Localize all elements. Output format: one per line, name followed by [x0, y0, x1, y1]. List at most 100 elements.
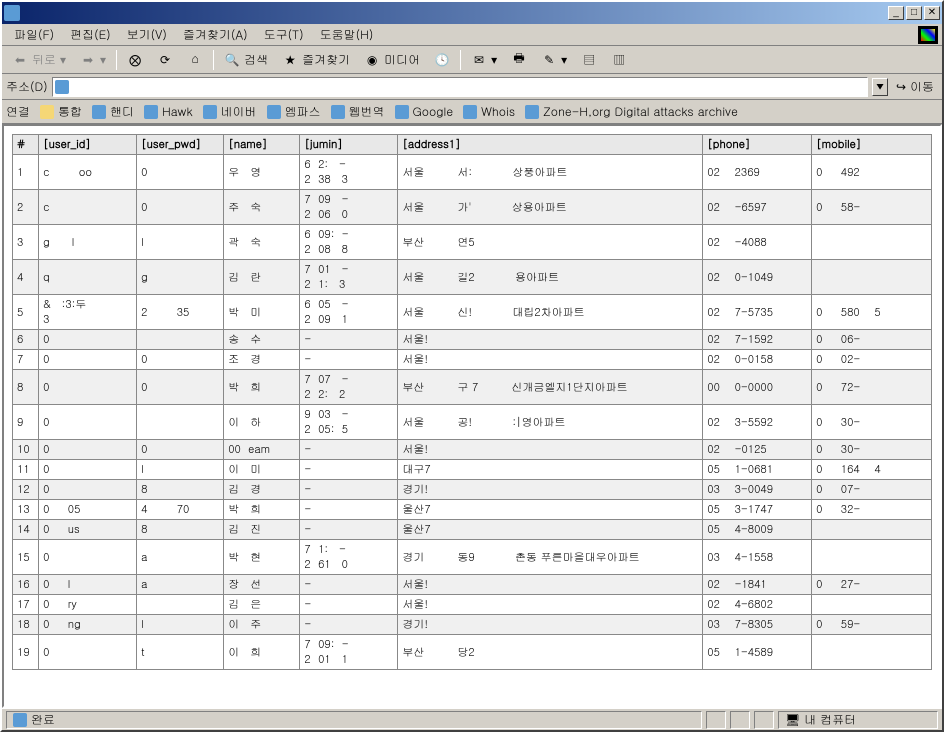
close-button[interactable]: ✕ [924, 6, 940, 20]
cell: l [137, 615, 224, 635]
refresh-button[interactable]: ⟳ [151, 50, 179, 70]
forward-button[interactable]: ➡ ▾ [74, 49, 112, 70]
cell: 0 ng [39, 615, 137, 635]
cell: 7 [13, 350, 39, 370]
table-row: 110l이 미-대구705 1-06810 164 4 [13, 460, 932, 480]
cell: 7 01 - 2 1: 3 [300, 260, 398, 295]
cell: 0 [39, 460, 137, 480]
cell: 03 4-1558 [703, 540, 812, 575]
extra-button[interactable]: ▥ [605, 50, 633, 70]
content-area[interactable]: # [user_id] [user_pwd] [name] [jumin] [a… [2, 124, 942, 708]
discuss-button[interactable]: ▤ [575, 50, 603, 70]
search-button[interactable]: 🔍검색 [218, 49, 274, 70]
go-button[interactable]: ↪ 이동 [892, 78, 938, 95]
cell: g l [39, 225, 137, 260]
forward-icon: ➡ [80, 52, 96, 68]
stop-button[interactable]: ⨂ [121, 50, 149, 70]
link-item[interactable]: Whois [463, 103, 515, 120]
home-icon: ⌂ [187, 52, 203, 68]
menu-tools[interactable]: 도구(T) [256, 24, 312, 45]
favorites-button[interactable]: ★즐겨찾기 [276, 49, 356, 70]
address-input[interactable] [52, 77, 868, 97]
ie-icon [92, 105, 106, 119]
app-icon [4, 5, 20, 21]
link-item[interactable]: Google [395, 103, 454, 120]
menu-favorites[interactable]: 즐겨찾기(A) [175, 24, 256, 45]
cell: 16 [13, 575, 39, 595]
favorites-icon: ★ [282, 52, 298, 68]
address-dropdown[interactable]: ▼ [872, 78, 888, 96]
link-item[interactable]: 웹번역 [331, 103, 385, 120]
titlebar: _ □ ✕ [2, 2, 942, 24]
toolbar: ⬅ 뒤로 ▾ ➡ ▾ ⨂ ⟳ ⌂ 🔍검색 ★즐겨찾기 ◉미디어 🕓 ✉▾ 🖶 ✎… [2, 46, 942, 74]
cell: 0 [39, 480, 137, 500]
cell: l [137, 460, 224, 480]
cell: - [300, 480, 398, 500]
ie-icon [203, 105, 217, 119]
cell: 울산7 [398, 500, 703, 520]
ie-icon [267, 105, 281, 119]
cell: 0 [39, 440, 137, 460]
home-button[interactable]: ⌂ [181, 50, 209, 70]
th-mobile: [mobile] [812, 135, 932, 155]
history-button[interactable]: 🕓 [428, 50, 456, 70]
maximize-button[interactable]: □ [906, 6, 922, 20]
cell: 02 -4088 [703, 225, 812, 260]
cell: 서울 가' 상용아파트 [398, 190, 703, 225]
table-row: 160 la장 선-서울!02 -18410 27- [13, 575, 932, 595]
th-num: # [13, 135, 39, 155]
link-item[interactable]: Zone-H,org Digital attacks archive [525, 103, 738, 120]
cell: 주 숙 [224, 190, 300, 225]
table-row: 2c0주 숙7 09 - 2 06 0서울 가' 상용아파트02 -65970 … [13, 190, 932, 225]
menu-help[interactable]: 도움말(H) [312, 24, 382, 45]
cell: c oo [39, 155, 137, 190]
mail-button[interactable]: ✉▾ [465, 49, 503, 70]
cell: 0 07- [812, 480, 932, 500]
cell: 0 [39, 635, 137, 670]
edit-button[interactable]: ✎▾ [535, 49, 573, 70]
cell: 0 [39, 370, 137, 405]
zone-text: 내 컴퓨터 [804, 711, 856, 728]
cell: 9 [13, 405, 39, 440]
cell: 0 [39, 330, 137, 350]
cell: 조 경 [224, 350, 300, 370]
cell: 02 -6597 [703, 190, 812, 225]
cell: 03 3-0049 [703, 480, 812, 500]
go-icon: ↪ [896, 78, 906, 95]
cell: & :3:두 3 [39, 295, 137, 330]
th-name: [name] [224, 135, 300, 155]
cell: 14 [13, 520, 39, 540]
cell: 서울! [398, 330, 703, 350]
link-item[interactable]: 핸디 [92, 103, 134, 120]
link-item[interactable]: 엠파스 [267, 103, 321, 120]
status-seg [754, 711, 774, 729]
status-text: 완료 [31, 711, 55, 728]
cell: 02 2369 [703, 155, 812, 190]
throbber-icon [918, 26, 938, 44]
cell: 0 us [39, 520, 137, 540]
cell: 0 ry [39, 595, 137, 615]
menu-file[interactable]: 파일(F) [6, 24, 62, 45]
cell: 02 7-1592 [703, 330, 812, 350]
media-button[interactable]: ◉미디어 [358, 49, 426, 70]
cell: - [300, 330, 398, 350]
link-item[interactable]: 네이버 [203, 103, 257, 120]
minimize-button[interactable]: _ [888, 6, 904, 20]
fwd-dd: ▾ [100, 51, 106, 68]
cell: 5 [13, 295, 39, 330]
menu-edit[interactable]: 편집(E) [62, 24, 119, 45]
cell: 이 주 [224, 615, 300, 635]
cell: 김 진 [224, 520, 300, 540]
print-button[interactable]: 🖶 [505, 50, 533, 70]
cell: 0 l [39, 575, 137, 595]
cell [137, 405, 224, 440]
back-button[interactable]: ⬅ 뒤로 ▾ [6, 49, 72, 70]
menu-view[interactable]: 보기(V) [119, 24, 175, 45]
cell: 11 [13, 460, 39, 480]
cell: 박 희 [224, 370, 300, 405]
cell: - [300, 615, 398, 635]
link-item[interactable]: 통합 [40, 103, 82, 120]
data-table: # [user_id] [user_pwd] [name] [jumin] [a… [12, 134, 932, 670]
cell: q [39, 260, 137, 295]
link-item[interactable]: Hawk [144, 103, 193, 120]
